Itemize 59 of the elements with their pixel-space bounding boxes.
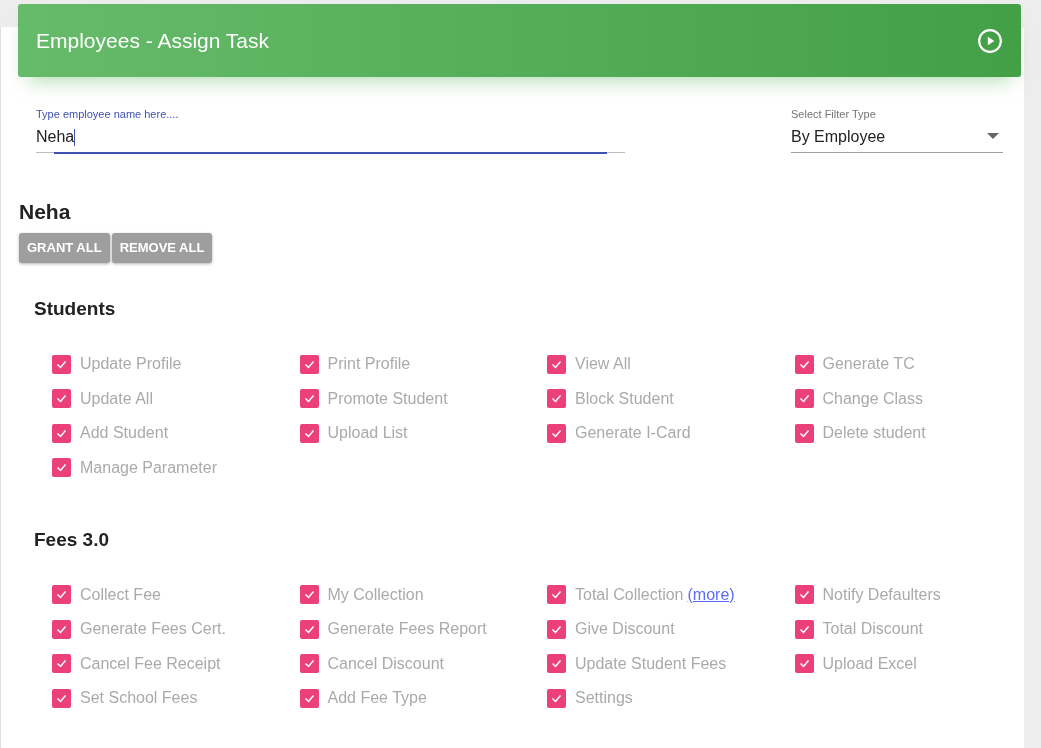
section-heading: Fees 3.0: [34, 527, 109, 552]
filter-type-select[interactable]: Select Filter Type By Employee: [791, 107, 1003, 153]
check-icon: [302, 392, 316, 405]
permission-label: Generate I-Card: [575, 423, 691, 443]
permission-label: Update Student Fees: [575, 653, 727, 674]
permission-label: Notify Defaulters: [822, 584, 941, 605]
permission-label: Upload List: [327, 423, 408, 443]
checkbox[interactable]: [52, 458, 71, 477]
permission-label: Add Fee Type: [327, 688, 427, 708]
permission-label: Delete student: [822, 423, 926, 443]
checkbox[interactable]: [52, 585, 71, 604]
play-icon[interactable]: [977, 27, 1003, 54]
employee-name-field[interactable]: Type employee name here.... Neha: [36, 107, 625, 153]
checkbox[interactable]: [547, 585, 566, 604]
section-heading: Students: [34, 297, 116, 321]
permission-label: Print Profile: [327, 354, 411, 374]
page-title: Employees - Assign Task: [36, 27, 270, 54]
checkbox[interactable]: [547, 389, 566, 408]
permission-label: Give Discount: [575, 619, 675, 639]
check-icon: [55, 392, 68, 405]
check-icon: [550, 657, 563, 670]
dropdown-caret-icon: [987, 133, 999, 139]
permission-label: Generate Fees Cert.: [80, 619, 226, 639]
permission-label: Cancel Fee Receipt: [80, 653, 221, 674]
check-icon: [302, 588, 316, 601]
permission-label: Update Profile: [80, 354, 182, 374]
check-icon: [550, 392, 563, 405]
permission-label: Manage Parameter: [80, 457, 217, 478]
check-icon: [55, 588, 68, 601]
permission-label: My Collection: [327, 584, 424, 605]
check-icon: [55, 657, 68, 670]
permission-label: Settings: [575, 688, 633, 708]
permission-label: Update All: [80, 388, 153, 409]
more-link[interactable]: (more): [687, 582, 735, 607]
permission-label: Promote Student: [327, 388, 448, 409]
permission-label: Add Student: [80, 423, 169, 443]
checkbox[interactable]: [52, 654, 71, 673]
check-icon: [797, 392, 811, 405]
permission-button[interactable]: REMOVE ALL: [111, 233, 213, 263]
checkbox[interactable]: [547, 654, 566, 673]
permission-label: Generate Fees Report: [327, 619, 487, 639]
permission-label: Collect Fee: [80, 584, 161, 605]
permission-label: View All: [575, 354, 631, 374]
check-icon: [55, 461, 68, 474]
check-icon: [797, 588, 811, 601]
permission-button[interactable]: GRANT ALL: [19, 233, 110, 263]
permission-label: Total Discount: [822, 619, 923, 639]
permission-label: Set School Fees: [80, 688, 198, 708]
employee-name-heading: Neha: [19, 199, 71, 225]
permission-label: Cancel Discount: [327, 653, 444, 674]
check-icon: [302, 657, 316, 670]
permission-label: Upload Excel: [822, 653, 917, 674]
check-icon: [550, 588, 563, 601]
permission-label: Change Class: [822, 388, 923, 409]
permission-label: Total Collection: [575, 584, 684, 605]
permission-label: Generate TC: [822, 354, 915, 374]
checkbox[interactable]: [52, 389, 71, 408]
permission-label: Block Student: [575, 388, 674, 409]
check-icon: [797, 657, 811, 670]
